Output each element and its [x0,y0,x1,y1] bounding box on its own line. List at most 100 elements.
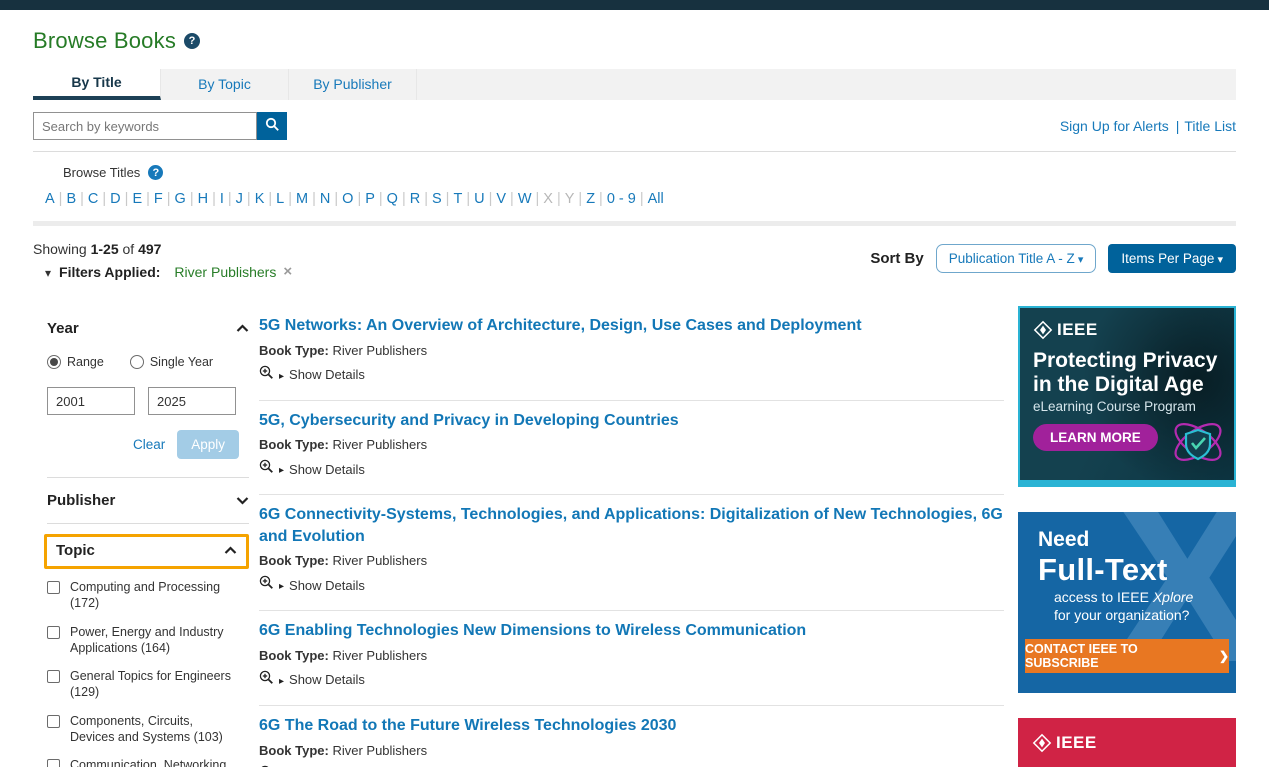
letter-link[interactable]: L [275,191,285,207]
topic-checkbox[interactable] [47,715,60,728]
ad-access-text: access to IEEE [1054,589,1153,605]
letter-link[interactable]: Q [386,191,399,207]
letter-link[interactable]: H [197,191,209,207]
signup-alerts-link[interactable]: Sign Up for Alerts [1060,118,1169,134]
filters-label: Filters Applied: [59,264,160,280]
year-from-input[interactable] [47,387,135,415]
publisher-facet-header[interactable]: Publisher [47,492,249,509]
letter-link[interactable]: R [409,191,421,207]
expand-arrow-icon [277,671,286,689]
search-input[interactable] [33,112,257,140]
letter-link[interactable]: O [341,191,354,207]
results-total: 497 [138,241,161,257]
main-area: Year Range Single Year [33,306,1236,767]
ad-protecting-privacy[interactable]: IEEE Protecting Privacy in the Digital A… [1018,306,1236,487]
sort-select-button[interactable]: Publication Title A - Z [936,244,1097,273]
items-per-page-button[interactable]: Items Per Page [1108,244,1236,273]
ad-fulltext-subscribe[interactable]: X Need Full-Text access to IEEE Xplore f… [1018,512,1236,693]
range-radio[interactable] [47,355,61,369]
topic-checkbox-item[interactable]: Components, Circuits, Devices and System… [47,713,249,746]
letter-link[interactable]: I [219,191,225,207]
letter-link[interactable]: A [44,191,56,207]
contact-subscribe-button[interactable]: CONTACT IEEE TO SUBSCRIBE [1025,639,1229,673]
letter-link[interactable]: S [431,191,443,207]
topic-checkbox-item[interactable]: General Topics for Engineers (129) [47,668,249,701]
apply-year-button[interactable]: Apply [177,430,239,459]
topic-checkbox[interactable] [47,759,60,767]
letter-link[interactable]: T [452,191,463,207]
clear-year-link[interactable]: Clear [133,437,165,452]
topic-checkbox-item[interactable]: Communication, Networking and Broadcast … [47,757,249,767]
show-details-toggle[interactable]: Show Details [259,459,1004,479]
letter-link[interactable]: Z [585,191,596,207]
topic-checkbox-item[interactable]: Computing and Processing (172) [47,579,249,612]
topic-checkbox[interactable] [47,626,60,639]
help-icon[interactable]: ? [184,33,200,49]
filters-line: Filters Applied: River Publishers [45,263,292,280]
filters-collapse-icon[interactable] [45,264,53,280]
atom-shield-icon [1162,412,1228,479]
book-title-link[interactable]: 5G, Cybersecurity and Privacy in Develop… [259,410,1004,432]
letter-link[interactable]: All [647,191,665,207]
show-details-toggle[interactable]: Show Details [259,575,1004,595]
letter-link[interactable]: F [153,191,164,207]
range-radio-option[interactable]: Range [47,355,104,369]
letter-separator: | [575,191,585,207]
letter-separator: | [596,191,606,207]
ad-access-line: access to IEEE Xplore [1054,588,1236,606]
ad-need-text: Need [1038,528,1236,552]
search-divider [33,151,1236,152]
filter-chip-river-publishers[interactable]: River Publishers [174,264,276,280]
tab-by-publisher[interactable]: By Publisher [289,69,417,100]
letter-link[interactable]: U [473,191,485,207]
learn-more-button[interactable]: LEARN MORE [1033,424,1158,451]
magnifier-plus-icon [259,670,274,690]
letter-link[interactable]: D [109,191,121,207]
tab-by-topic[interactable]: By Topic [161,69,289,100]
letter-separator: | [309,191,319,207]
letter-separator: | [554,191,564,207]
show-details-toggle[interactable]: Show Details [259,670,1004,690]
letter-link[interactable]: 0 - 9 [606,191,637,207]
book-type-label: Book Type: [259,743,329,758]
letter-link[interactable]: K [254,191,266,207]
letter-link[interactable]: B [65,191,77,207]
sort-by-label: Sort By [870,250,923,267]
year-facet-header[interactable]: Year [47,320,249,337]
year-to-input[interactable] [148,387,236,415]
book-title-link[interactable]: 6G The Road to the Future Wireless Techn… [259,715,1004,737]
single-year-radio[interactable] [130,355,144,369]
topic-facet-header[interactable]: Topic [56,542,237,559]
book-title-link[interactable]: 6G Connectivity-Systems, Technologies, a… [259,504,1004,547]
topic-checkbox[interactable] [47,581,60,594]
title-list-link[interactable]: Title List [1184,118,1236,134]
letter-link[interactable]: G [174,191,187,207]
letter-link[interactable]: E [131,191,143,207]
book-title-link[interactable]: 6G Enabling Technologies New Dimensions … [259,620,1004,642]
ad-ieee-red[interactable]: IEEE [1018,718,1236,767]
letter-link[interactable]: C [87,191,99,207]
browse-titles-row: Browse Titles ? [63,165,1236,180]
letter-separator: | [354,191,364,207]
letter-link[interactable]: P [364,191,376,207]
browse-help-icon[interactable]: ? [148,165,163,180]
tab-by-title[interactable]: By Title [33,69,161,100]
ieee-logo-text: IEEE [1056,733,1097,753]
filter-remove-icon[interactable] [283,263,292,280]
letter-link[interactable]: M [295,191,309,207]
topic-checkbox[interactable] [47,670,60,683]
show-details-label: Show Details [289,462,365,477]
letter-link[interactable]: W [517,191,533,207]
topic-checkbox-item[interactable]: Power, Energy and Industry Applications … [47,624,249,657]
book-title-link[interactable]: 5G Networks: An Overview of Architecture… [259,315,1004,337]
letter-link[interactable]: N [319,191,331,207]
letter-link[interactable]: Y [564,191,576,207]
letter-link[interactable]: J [235,191,244,207]
show-details-toggle[interactable]: Show Details [259,365,1004,385]
single-year-radio-option[interactable]: Single Year [130,355,213,369]
letter-link[interactable]: V [495,191,507,207]
letter-link[interactable]: X [542,191,554,207]
search-button[interactable] [257,112,287,140]
book-type-label: Book Type: [259,553,329,568]
letter-separator: | [122,191,132,207]
